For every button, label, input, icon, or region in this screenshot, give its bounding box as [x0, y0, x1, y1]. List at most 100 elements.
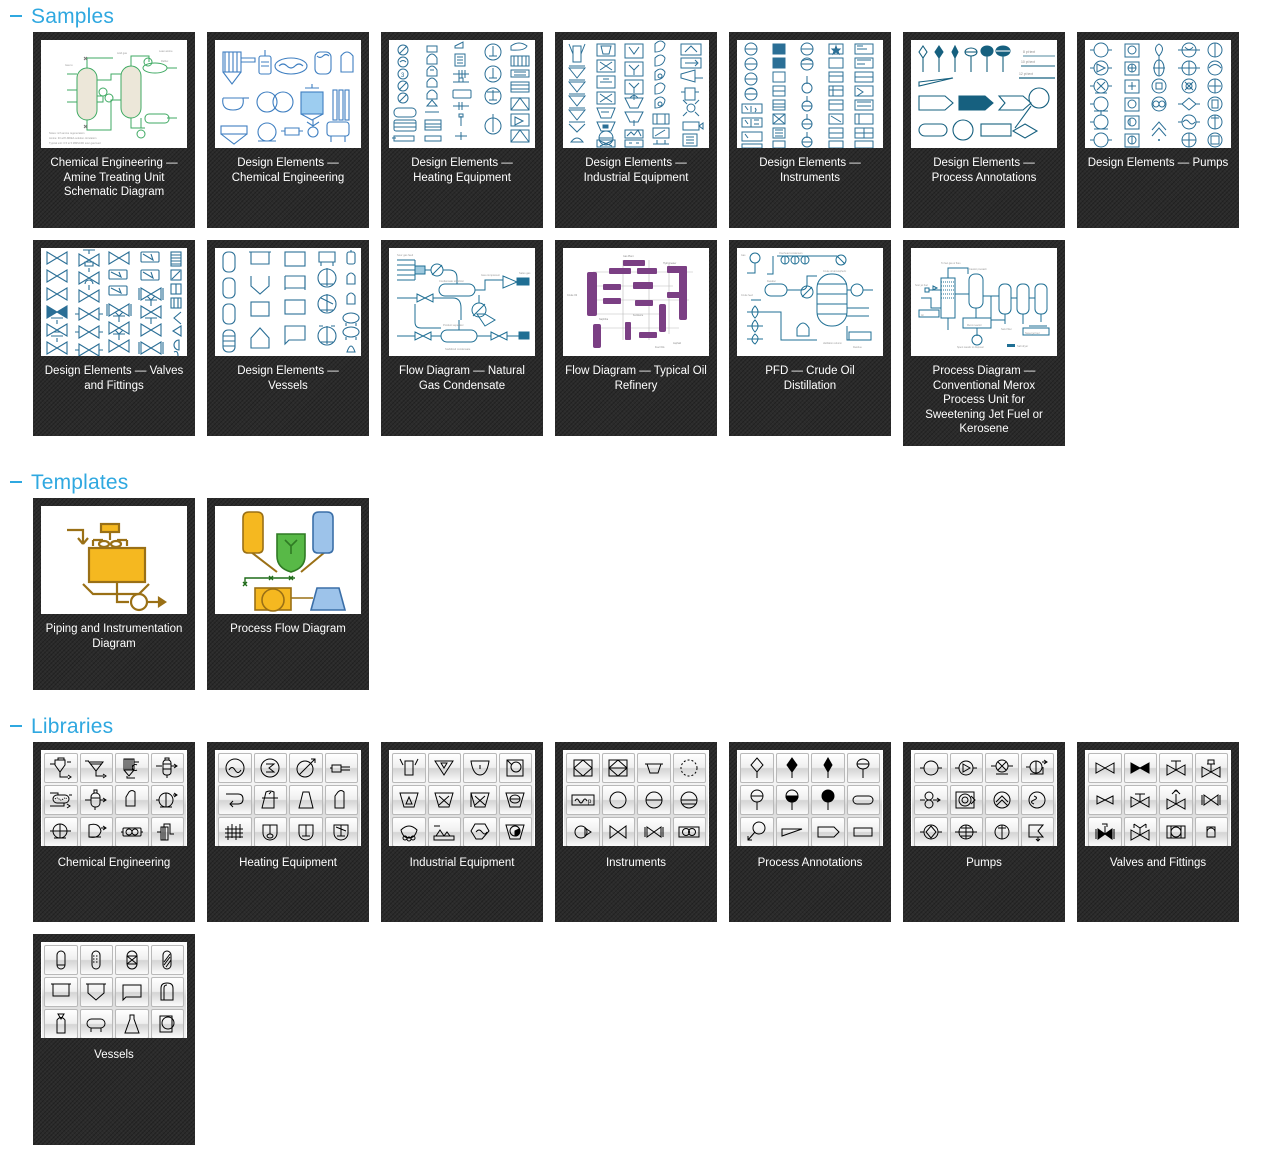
shape-tile[interactable]	[79, 977, 113, 1007]
shape-tile[interactable]	[740, 753, 774, 783]
shape-tile[interactable]	[672, 753, 706, 783]
shape-tile[interactable]	[253, 817, 287, 846]
sample-card-valves-fittings-elements[interactable]: Design Elements — Valves and Fittings	[33, 240, 195, 436]
shape-tile[interactable]	[601, 753, 635, 783]
shape-tile[interactable]	[463, 785, 497, 815]
shape-tile[interactable]	[914, 785, 948, 815]
shape-tile[interactable]	[324, 817, 358, 846]
shape-tile[interactable]	[427, 817, 461, 846]
sample-card-pumps-elements[interactable]: Design Elements — Pumps	[1077, 32, 1239, 228]
shape-tile[interactable]	[392, 785, 426, 815]
shape-tile[interactable]	[44, 945, 78, 975]
shape-tile[interactable]	[44, 753, 78, 783]
shape-tile[interactable]	[811, 753, 845, 783]
shape-tile[interactable]	[1123, 753, 1157, 783]
shape-tile[interactable]	[949, 785, 983, 815]
shape-tile[interactable]	[672, 817, 706, 846]
shape-tile[interactable]	[253, 753, 287, 783]
shape-tile[interactable]	[637, 785, 671, 815]
shape-tile[interactable]	[498, 753, 532, 783]
shape-tile[interactable]	[846, 753, 880, 783]
sample-card-natural-gas-condensate[interactable]: Sour gas feed Condensate stabilizer Gas …	[381, 240, 543, 436]
library-card-process-annotations[interactable]: Process Annotations	[729, 742, 891, 922]
shape-tile[interactable]	[846, 785, 880, 815]
shape-tile[interactable]	[150, 945, 184, 975]
sample-card-amine-treating-unit[interactable]: Gas to Acid gas Lean amine Reflux Notes: r…	[33, 32, 195, 228]
library-card-valves-fittings[interactable]: Valves and Fittings	[1077, 742, 1239, 922]
shape-tile[interactable]	[985, 817, 1019, 846]
shape-tile[interactable]	[115, 945, 149, 975]
shape-tile[interactable]	[637, 817, 671, 846]
shape-tile[interactable]	[392, 817, 426, 846]
shape-tile[interactable]	[115, 753, 149, 783]
sample-card-heating-equipment-elements[interactable]: 3 Design Elements — Heating Equipment	[381, 32, 543, 228]
shape-tile[interactable]	[914, 817, 948, 846]
sample-card-vessels-elements[interactable]: Design Elements — Vessels	[207, 240, 369, 436]
shape-tile[interactable]	[1020, 753, 1054, 783]
shape-tile[interactable]	[1088, 785, 1122, 815]
sample-card-instruments-elements[interactable]: Design Elements — Instruments	[729, 32, 891, 228]
shape-tile[interactable]	[1159, 785, 1193, 815]
shape-tile[interactable]	[566, 753, 600, 783]
shape-tile[interactable]	[115, 785, 149, 815]
shape-tile[interactable]	[44, 785, 78, 815]
shape-tile[interactable]	[150, 977, 184, 1007]
library-card-pumps[interactable]: Pumps	[903, 742, 1065, 922]
sample-card-industrial-equipment-elements[interactable]: Design Elements — Industrial Equipment	[555, 32, 717, 228]
shape-tile[interactable]	[1123, 785, 1157, 815]
sample-card-chemical-engineering-elements[interactable]: Design Elements — Chemical Engineering	[207, 32, 369, 228]
shape-tile[interactable]	[324, 785, 358, 815]
template-card-process-flow-diagram[interactable]: Process Flow Diagram	[207, 498, 369, 690]
library-card-chemical-engineering[interactable]: Chemical Engineering	[33, 742, 195, 922]
shape-tile[interactable]	[289, 817, 323, 846]
shape-tile[interactable]	[115, 977, 149, 1007]
shape-tile[interactable]	[150, 817, 184, 846]
shape-tile[interactable]	[1194, 785, 1228, 815]
shape-tile[interactable]	[740, 817, 774, 846]
shape-tile[interactable]	[218, 785, 252, 815]
shape-tile[interactable]	[44, 977, 78, 1007]
section-header-libraries[interactable]: Libraries	[0, 710, 1272, 742]
shape-tile[interactable]	[1020, 785, 1054, 815]
minus-icon[interactable]	[10, 720, 22, 732]
sample-card-crude-oil-distillation[interactable]: Gas Overhead condensers Crude oil atmosp…	[729, 240, 891, 436]
shape-tile[interactable]	[775, 785, 809, 815]
shape-tile[interactable]	[1194, 753, 1228, 783]
shape-tile[interactable]	[150, 1009, 184, 1038]
shape-tile[interactable]	[150, 753, 184, 783]
shape-tile[interactable]	[289, 753, 323, 783]
shape-tile[interactable]	[1088, 817, 1122, 846]
library-card-heating-equipment[interactable]: Heating Equipment	[207, 742, 369, 922]
shape-tile[interactable]	[775, 753, 809, 783]
shape-tile[interactable]	[601, 817, 635, 846]
shape-tile[interactable]	[253, 785, 287, 815]
shape-tile[interactable]	[463, 817, 497, 846]
shape-tile[interactable]	[115, 817, 149, 846]
shape-tile[interactable]	[775, 817, 809, 846]
shape-tile[interactable]	[392, 753, 426, 783]
library-card-vessels[interactable]: Vessels	[33, 934, 195, 1145]
shape-tile[interactable]	[1123, 817, 1157, 846]
shape-tile[interactable]	[949, 817, 983, 846]
library-card-industrial-equipment[interactable]: Industrial Equipment	[381, 742, 543, 922]
shape-tile[interactable]	[79, 945, 113, 975]
shape-tile[interactable]	[1159, 817, 1193, 846]
shape-tile[interactable]	[1194, 817, 1228, 846]
shape-tile[interactable]	[740, 785, 774, 815]
section-header-samples[interactable]: Samples	[0, 0, 1272, 32]
shape-tile[interactable]	[218, 753, 252, 783]
shape-tile[interactable]	[79, 753, 113, 783]
minus-icon[interactable]	[10, 476, 22, 488]
sample-card-merox-process-unit[interactable]: To fuel gas or flare Caustic prewash Sou…	[903, 240, 1065, 446]
shape-tile[interactable]	[79, 785, 113, 815]
shape-tile[interactable]	[427, 785, 461, 815]
shape-tile[interactable]	[637, 753, 671, 783]
sample-card-process-annotations-elements[interactable]: 8 pt text 10 pt text 12 pt text Design E…	[903, 32, 1065, 228]
shape-tile[interactable]	[79, 817, 113, 846]
section-header-templates[interactable]: Templates	[0, 466, 1272, 498]
shape-tile[interactable]	[672, 785, 706, 815]
shape-tile[interactable]	[324, 753, 358, 783]
shape-tile[interactable]	[985, 753, 1019, 783]
shape-tile[interactable]	[601, 785, 635, 815]
shape-tile[interactable]	[985, 785, 1019, 815]
